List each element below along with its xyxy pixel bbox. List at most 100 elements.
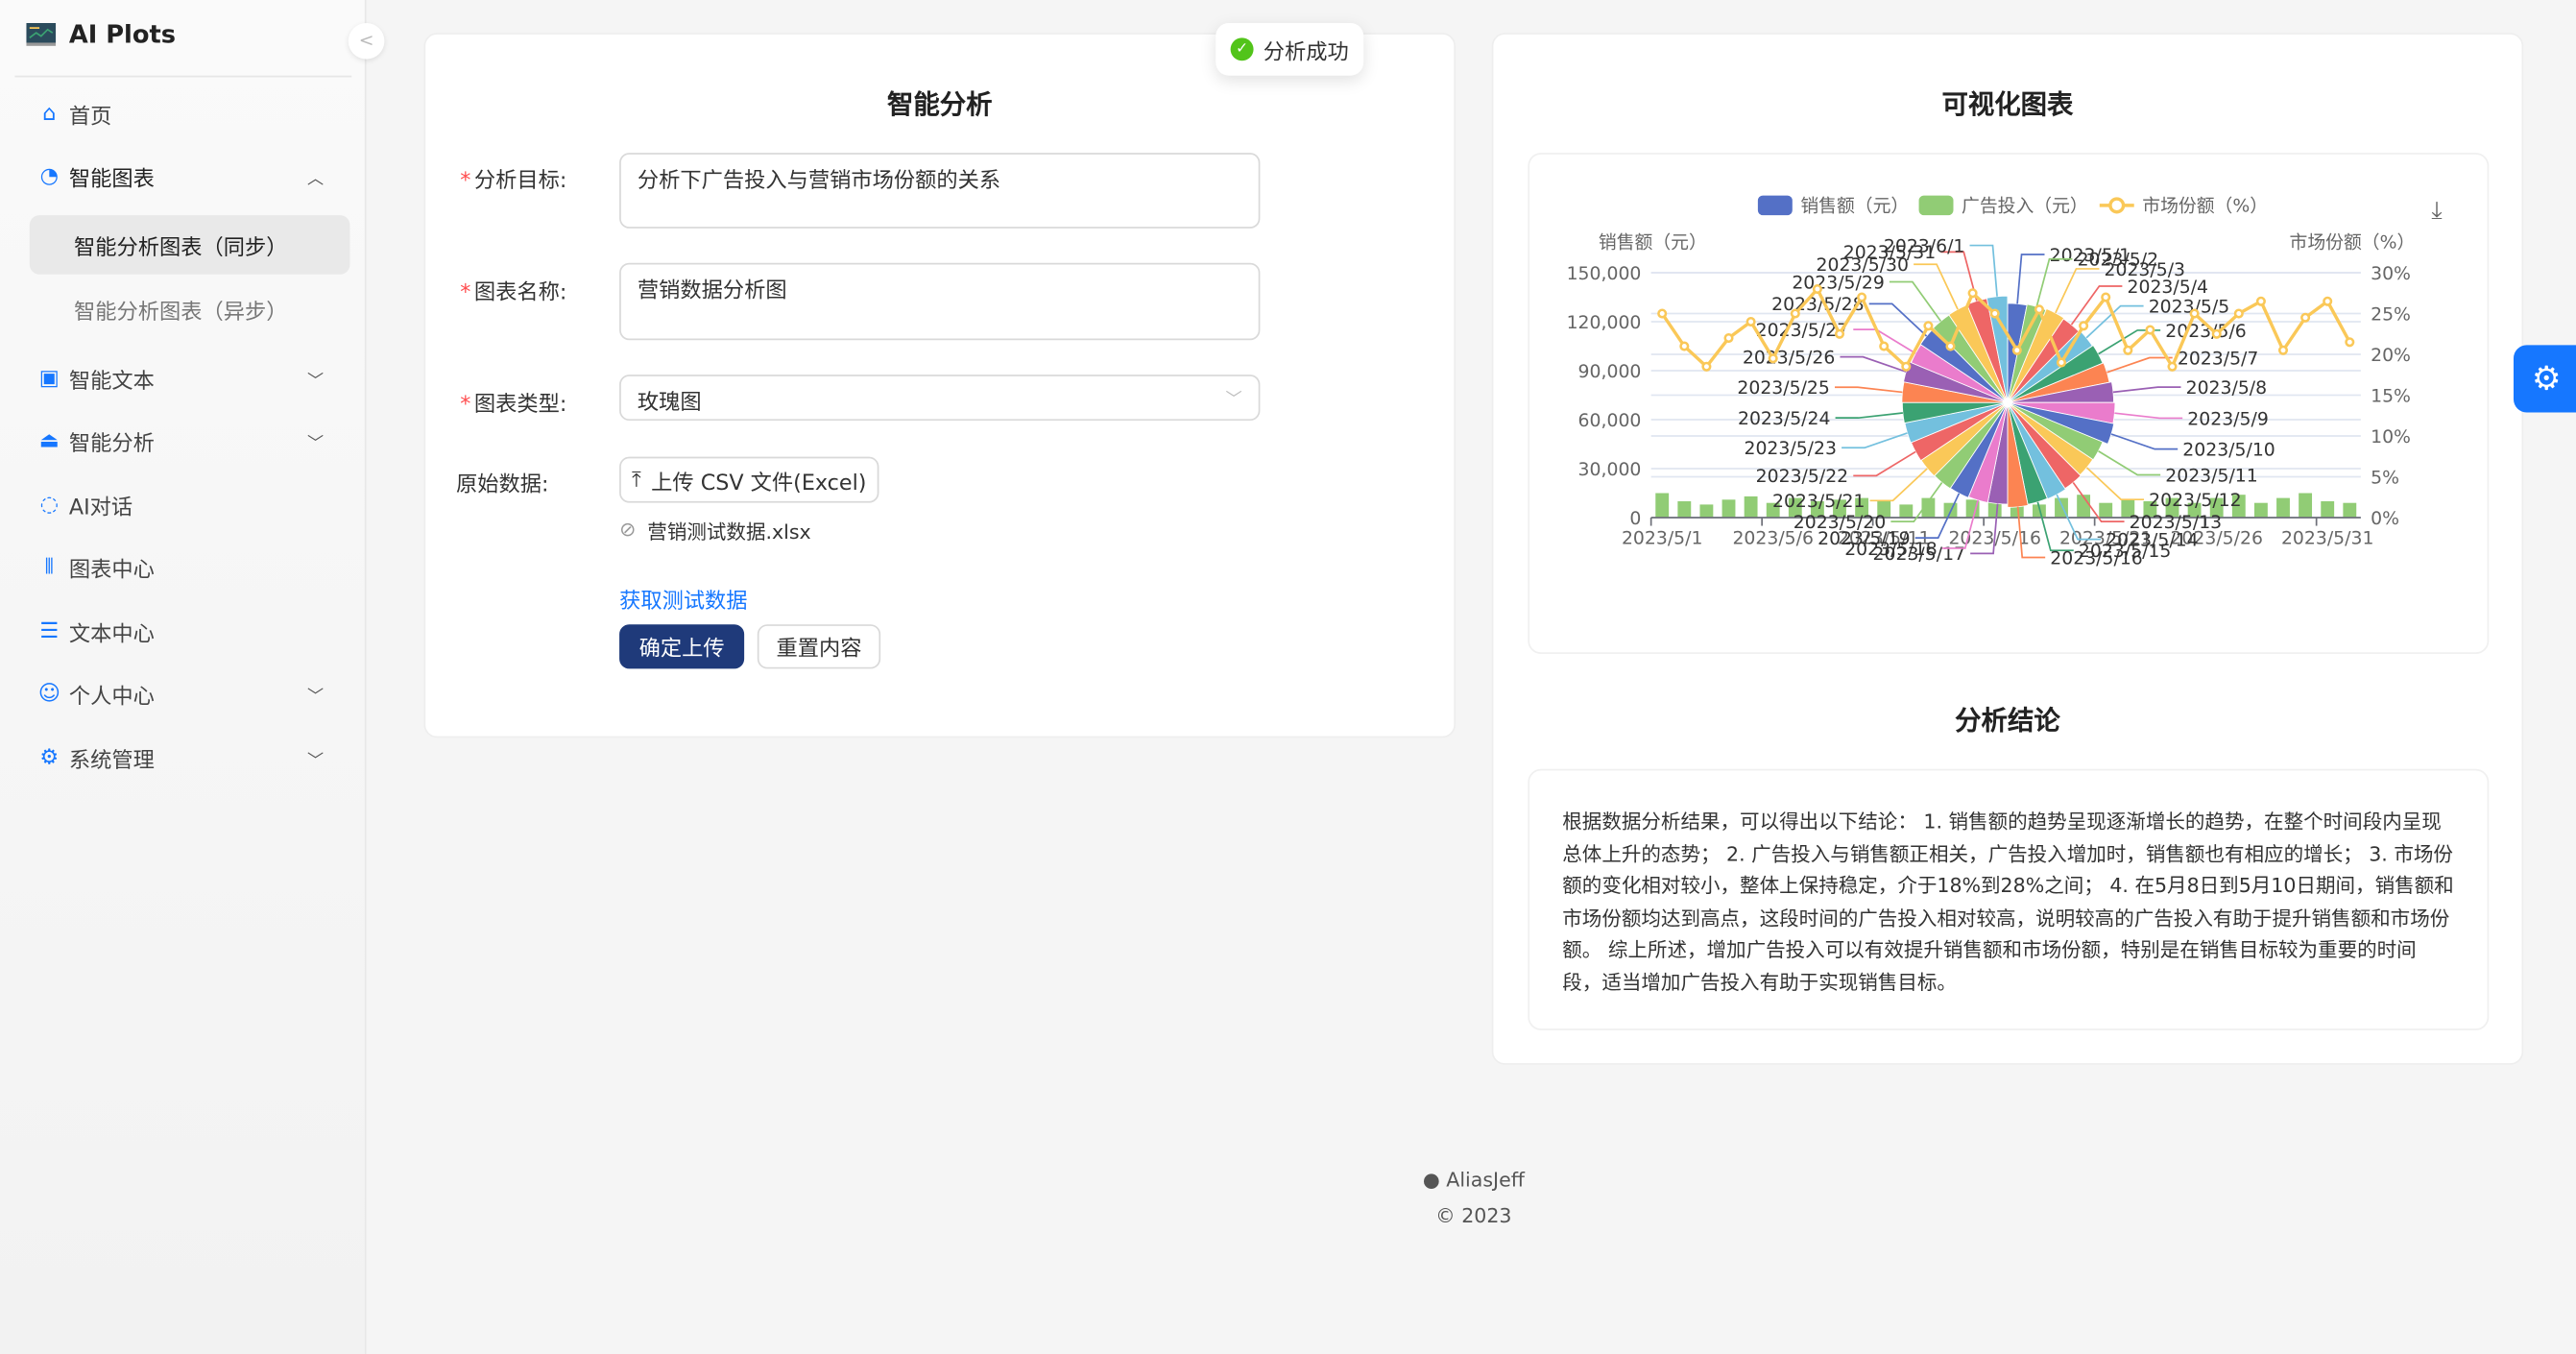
rose-label: 2023/5/4 — [2128, 278, 2208, 298]
chart-type-select[interactable]: 玫瑰图 ﹀ — [619, 375, 1261, 422]
rose-label: 2023/5/28 — [1771, 295, 1864, 315]
y-tick-left: 60,000 — [1578, 411, 1642, 431]
sidebar-item-home[interactable]: ⌂ 首页 — [30, 83, 350, 145]
y-tick-right: 15% — [2371, 386, 2411, 406]
rose-label: 2023/5/16 — [2050, 548, 2142, 568]
rose-label: 2023/6/1 — [1884, 236, 1965, 256]
rose-label-line — [2114, 412, 2183, 420]
sidebar-item-label: 智能分析图表（同步） — [73, 235, 288, 261]
rose-label-line — [2098, 450, 2161, 476]
line-point — [2323, 296, 2333, 306]
footer-author[interactable]: ● AliasJeff — [1310, 1169, 1638, 1192]
pie-chart-icon: ◔ — [39, 163, 60, 188]
line-point — [2079, 321, 2089, 331]
upload-icon: ⤒ — [632, 467, 641, 493]
rose-label: 2023/5/8 — [2186, 378, 2267, 399]
y-axis-right-title: 市场份额（%） — [2290, 231, 2416, 253]
upload-csv-button[interactable]: ⤒ 上传 CSV 文件(Excel) — [619, 456, 879, 503]
bar-ad-spend — [1721, 499, 1736, 518]
x-tick-label: 2023/5/1 — [1622, 528, 1703, 548]
bar-ad-spend — [1899, 504, 1914, 518]
line-point — [1967, 288, 1978, 299]
conclusion-text: 根据数据分析结果，可以得出以下结论： 1. 销售额的趋势呈现逐渐增长的趋势，在整… — [1562, 810, 2454, 994]
sidebar-item-chart-center[interactable]: ⫴ 图表中心 — [30, 536, 350, 598]
y-tick-right: 5% — [2371, 468, 2399, 488]
chevron-up-icon: ︿ — [306, 170, 325, 188]
combined-chart: 销售额（元） 广告投入（元） 市场份额（%） ⤓ 销售额（元） 市场份额（%） 0 30,00… — [1567, 195, 2443, 568]
goal-textarea[interactable]: 分析下广告投入与营销市场份额的关系 — [619, 153, 1261, 229]
chevron-down-icon: ﹀ — [306, 372, 325, 391]
line-point — [1945, 341, 1956, 351]
line-point — [1812, 283, 1822, 295]
sidebar-item-smart-chart[interactable]: ◔ 智能图表 ︿ — [30, 145, 350, 207]
list-icon: ☰ — [39, 618, 60, 643]
line-point — [1923, 321, 1934, 331]
chart-type-value: 玫瑰图 — [637, 391, 702, 416]
sidebar-subitem-sync-chart[interactable]: 智能分析图表（同步） — [29, 215, 350, 275]
sidebar-item-smart-text[interactable]: ▣ 智能文本 ﹀ — [30, 347, 350, 409]
chart-name-textarea[interactable]: 营销数据分析图 — [619, 262, 1261, 341]
rose-label-line — [2112, 386, 2181, 394]
y-axis-left-title: 销售额（元） — [1599, 231, 1707, 253]
github-icon: ● — [1422, 1168, 1440, 1192]
rose-label: 2023/5/26 — [1743, 348, 1835, 368]
sidebar-item-system[interactable]: ⚙ 系统管理 ﹀ — [30, 726, 350, 788]
submit-button[interactable]: 确定上传 — [619, 624, 745, 669]
bar-ad-spend — [1677, 500, 1692, 518]
sidebar-item-ai-chat[interactable]: ◌ AI对话 — [30, 473, 350, 536]
sidebar-item-label: 文本中心 — [68, 621, 155, 647]
chevron-down-icon: ﹀ — [306, 434, 325, 453]
rose-label: 2023/5/20 — [1794, 513, 1886, 533]
uploaded-file[interactable]: ⊘ 营销测试数据.xlsx — [619, 518, 811, 545]
sidebar-item-label: 个人中心 — [68, 684, 155, 710]
collapse-sidebar-button[interactable]: < — [348, 22, 385, 60]
rose-label: 2023/5/25 — [1737, 378, 1829, 399]
sidebar-item-label: AI对话 — [68, 495, 133, 520]
rose-label-line — [1853, 450, 1916, 477]
rose-label-line — [2085, 467, 2145, 501]
bar-ad-spend — [2321, 500, 2335, 518]
rose-label-line — [1835, 386, 1903, 394]
line-point — [2034, 304, 2044, 315]
sidebar-subitem-async-chart[interactable]: 智能分析图表（异步） — [30, 279, 350, 339]
settings-float-button[interactable]: ⚙ — [2513, 345, 2576, 413]
sidebar-item-label: 智能图表 — [68, 166, 155, 192]
y-tick-left: 90,000 — [1578, 362, 1642, 382]
y-tick-left: 150,000 — [1567, 264, 1642, 284]
app-logo[interactable]: AI Plots — [26, 19, 177, 50]
legend-label: 销售额（元） — [1800, 196, 1909, 217]
line-point — [2277, 345, 2289, 355]
success-toast: ✓ 分析成功 — [1216, 22, 1364, 76]
chart-type-label: * 图表类型: — [460, 392, 567, 418]
line-point — [2211, 328, 2222, 339]
sidebar-item-profile[interactable]: ☺ 个人中心 ﹀ — [30, 663, 350, 725]
legend-label: 市场份额（%） — [2142, 196, 2268, 217]
footer-copyright: © 2023 — [1435, 1204, 1512, 1228]
app-title: AI Plots — [68, 19, 177, 50]
line-point — [1901, 361, 1912, 372]
sidebar-item-label: 智能分析 — [68, 431, 155, 456]
setting-icon: ⚙ — [39, 744, 60, 770]
sidebar-item-text-center[interactable]: ☰ 文本中心 — [30, 600, 350, 663]
bar-ad-spend — [1744, 496, 1758, 518]
sliders-icon: ⫴ — [44, 554, 55, 580]
legend-marker — [2108, 197, 2126, 214]
line-point — [1745, 316, 1756, 327]
alarm-icon: ⏏ — [38, 427, 60, 453]
check-circle-icon: ✓ — [1230, 37, 1254, 61]
legend-swatch — [1757, 195, 1793, 216]
bar-ad-spend — [2343, 502, 2357, 518]
line-point — [2011, 345, 2022, 355]
chevron-down-icon: ﹀ — [306, 751, 325, 770]
line-point — [2255, 296, 2266, 306]
rose-label-line — [2016, 254, 2045, 304]
get-test-data-link[interactable]: 获取测试数据 — [619, 583, 747, 615]
y-tick-left: 0 — [1629, 509, 1641, 529]
sidebar-item-smart-analysis[interactable]: ⏏ 智能分析 ﹀ — [30, 409, 350, 471]
y-tick-right: 25% — [2371, 304, 2411, 325]
chart-panel-title: 可视化图表 — [1941, 88, 2074, 120]
gear-icon: ⚙ — [2531, 358, 2562, 399]
bar-ad-spend — [2299, 493, 2313, 518]
reset-button[interactable]: 重置内容 — [757, 624, 881, 669]
line-point — [2145, 325, 2155, 335]
